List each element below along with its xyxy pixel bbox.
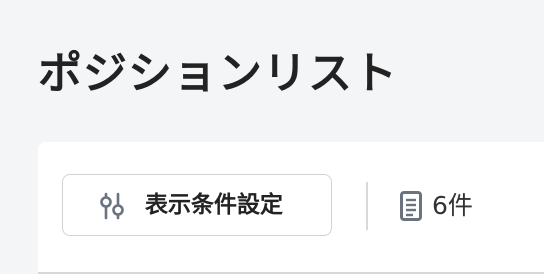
result-count-text: 6件 [432, 191, 473, 220]
display-settings-label: 表示条件設定 [145, 192, 283, 218]
toolbar-divider [366, 182, 368, 230]
page-title: ポジションリスト [38, 48, 398, 99]
display-settings-button[interactable]: 表示条件設定 [62, 174, 332, 236]
sliders-icon [100, 192, 124, 220]
result-count: 6件 [400, 190, 473, 222]
document-icon [400, 191, 422, 221]
position-list-card: 表示条件設定 6件 [38, 142, 544, 274]
